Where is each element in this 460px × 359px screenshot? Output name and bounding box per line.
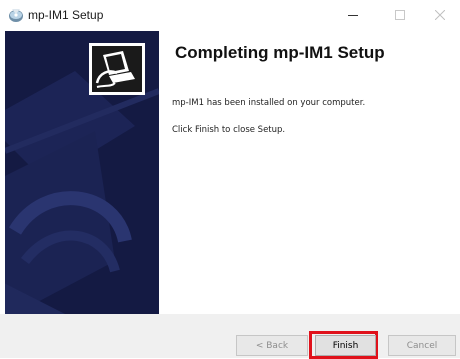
title-bar[interactable]: mp-IM1 Setup [0, 0, 460, 30]
maximize-icon [395, 10, 405, 20]
window-title: mp-IM1 Setup [28, 8, 104, 22]
installed-message: mp-IM1 has been installed on your comput… [172, 98, 366, 108]
back-button: < Back [236, 335, 308, 356]
setup-disc-icon [8, 7, 24, 23]
close-button[interactable] [420, 0, 460, 30]
minimize-button[interactable] [333, 0, 373, 30]
completion-panel: Completing mp-IM1 Setup mp-IM1 has been … [159, 31, 460, 314]
finish-button[interactable]: Finish [315, 335, 376, 356]
welcome-sidebar-banner [5, 31, 159, 314]
maximize-button [380, 0, 420, 30]
close-icon [435, 10, 445, 20]
installer-computer-logo [89, 43, 145, 95]
setup-window: mp-IM1 Setup Completing mp-IM1 Setup mp-… [0, 0, 460, 359]
page-title: Completing mp-IM1 Setup [175, 43, 385, 62]
instruction-text: Click Finish to close Setup. [172, 125, 286, 135]
cancel-button: Cancel [388, 335, 456, 356]
minimize-icon [348, 10, 358, 20]
button-bar: < Back Finish Cancel [0, 314, 460, 359]
